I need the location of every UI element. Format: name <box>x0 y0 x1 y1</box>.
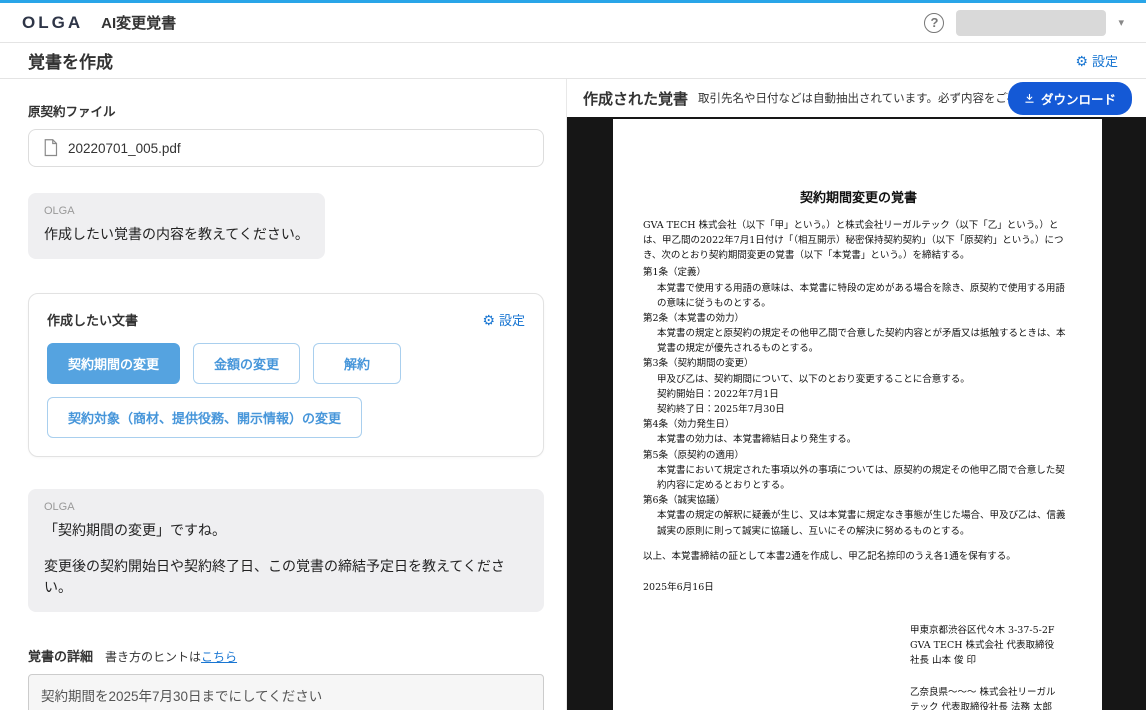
hint-prefix: 書き方のヒントは <box>105 650 201 664</box>
document-article: 第2条（本覚書の効力） 本覚書の規定と原契約の規定その他甲乙間で合意した契約内容… <box>643 311 1074 357</box>
download-icon <box>1024 93 1035 104</box>
topbar-right: ? ▾ <box>924 10 1124 36</box>
document-date: 2025年6月16日 <box>643 580 1074 595</box>
gear-icon: ⚙ <box>482 313 495 327</box>
memo-details-textarea[interactable]: 契約期間を2025年7月30日までにしてください 覚書締結予定日は2025年6月… <box>28 674 544 710</box>
doc-type-options-row-1: 契約期間の変更 金額の変更 解約 <box>47 343 525 384</box>
assistant-message-line: 「契約期間の変更」ですね。 <box>44 520 528 541</box>
generated-document-page: 契約期間変更の覚書 GVA TECH 株式会社（以下「甲」という。）と株式会社リ… <box>613 119 1102 710</box>
article-body: 本覚書の規定の解釈に疑義が生じ、又は本覚書に規定なき事態が生じた場合、甲及び乙は… <box>643 508 1074 538</box>
article-body: 甲及び乙は、契約期間について、以下のとおり変更することに合意する。 <box>643 372 1074 387</box>
doc-type-card: 作成したい文書 ⚙ 設定 契約期間の変更 金額の変更 解約 契約対象（商材、提供… <box>28 293 544 457</box>
hint-text: 書き方のヒントはこちら <box>105 648 237 665</box>
result-note: 取引先名や日付などは自動抽出されています。必ず内容をご確認ください。 <box>698 90 1008 106</box>
doc-type-settings-label: 設定 <box>499 310 525 329</box>
download-button[interactable]: ダウンロード <box>1008 82 1132 115</box>
help-icon[interactable]: ? <box>924 13 944 33</box>
chevron-down-icon[interactable]: ▾ <box>1118 16 1124 29</box>
article-heading: 第4条（効力発生日） <box>643 417 1074 432</box>
article-body: 本覚書の効力は、本覚書締結日より発生する。 <box>643 432 1074 447</box>
article-body: 本覚書の規定と原契約の規定その他甲乙間で合意した契約内容とが矛盾又は抵触するとき… <box>643 326 1074 356</box>
doc-type-card-title: 作成したい文書 <box>47 310 138 329</box>
assistant-sender-label: OLGA <box>44 205 309 217</box>
gear-icon: ⚙ <box>1075 54 1088 68</box>
assistant-message-text: 「契約期間の変更」ですね。 変更後の契約開始日や契約終了日、この覚書の締結予定日… <box>44 520 528 598</box>
original-contract-file-card[interactable]: 20220701_005.pdf <box>28 129 544 167</box>
doc-type-option-cancellation[interactable]: 解約 <box>313 343 401 384</box>
signature-party-otsu: 乙奈良県〜〜〜 株式会社リーガルテック 代表取締役社長 法務 太郎 印 <box>910 685 1060 710</box>
memo-details-header: 覚書の詳細 書き方のヒントはこちら <box>28 646 544 665</box>
result-panel: 作成された覚書 取引先名や日付などは自動抽出されています。必ず内容をご確認くださ… <box>567 79 1146 710</box>
assistant-message-line: 変更後の契約開始日や契約終了日、この覚書の締結予定日を教えてください。 <box>44 556 528 598</box>
app-title: AI変更覚書 <box>101 12 176 33</box>
article-body: 本覚書で使用する用語の意味は、本覚書に特段の定めがある場合を除き、原契約で使用す… <box>643 281 1074 311</box>
doc-type-card-header: 作成したい文書 ⚙ 設定 <box>47 310 525 329</box>
signature-block: 甲東京都渋谷区代々木 3-37-5-2F GVA TECH 株式会社 代表取締役… <box>910 623 1060 710</box>
document-viewer[interactable]: 契約期間変更の覚書 GVA TECH 株式会社（以下「甲」という。）と株式会社リ… <box>567 117 1146 710</box>
page-title: 覚書を作成 <box>28 48 113 73</box>
result-title: 作成された覚書 <box>583 88 688 109</box>
app-window: OLGA AI変更覚書 ? ▾ 覚書を作成 ⚙ 設定 原契約ファイル <box>0 0 1146 710</box>
original-contract-file-name: 20220701_005.pdf <box>68 141 181 156</box>
assistant-message-text: 作成したい覚書の内容を教えてください。 <box>44 224 309 245</box>
document-closing: 以上、本覚書締結の証として本書2通を作成し、甲乙記名捺印のうえ各1通を保有する。 <box>643 549 1074 564</box>
assistant-sender-label: OLGA <box>44 501 528 513</box>
doc-type-settings-link[interactable]: ⚙ 設定 <box>482 310 525 329</box>
doc-type-option-amount[interactable]: 金額の変更 <box>193 343 300 384</box>
user-account-box[interactable] <box>956 10 1106 36</box>
article-end-date: 契約終了日：2025年7月30日 <box>643 402 1074 417</box>
page-header: 覚書を作成 ⚙ 設定 <box>0 43 1146 79</box>
article-heading: 第3条（契約期間の変更） <box>643 356 1074 371</box>
memo-details-label: 覚書の詳細 <box>28 646 93 665</box>
document-intro: GVA TECH 株式会社（以下「甲」という。）と株式会社リーガルテック（以下「… <box>643 218 1074 264</box>
olga-logo: OLGA <box>22 13 83 33</box>
document-article: 第3条（契約期間の変更） 甲及び乙は、契約期間について、以下のとおり変更すること… <box>643 356 1074 417</box>
document-article: 第6条（誠実協議） 本覚書の規定の解釈に疑義が生じ、又は本覚書に規定なき事態が生… <box>643 493 1074 539</box>
article-heading: 第1条（定義） <box>643 265 1074 280</box>
main-content: 原契約ファイル 20220701_005.pdf OLGA 作成したい覚書の内容… <box>0 79 1146 710</box>
doc-type-option-contract-period[interactable]: 契約期間の変更 <box>47 343 180 384</box>
original-contract-label: 原契約ファイル <box>28 101 544 120</box>
article-start-date: 契約開始日：2022年7月1日 <box>643 387 1074 402</box>
article-heading: 第2条（本覚書の効力） <box>643 311 1074 326</box>
chat-panel: 原契約ファイル 20220701_005.pdf OLGA 作成したい覚書の内容… <box>0 79 567 710</box>
article-body: 本覚書において規定された事項以外の事項については、原契約の規定その他甲乙間で合意… <box>643 463 1074 493</box>
document-title: 契約期間変更の覚書 <box>643 189 1074 210</box>
download-button-label: ダウンロード <box>1041 89 1116 108</box>
document-article: 第1条（定義） 本覚書で使用する用語の意味は、本覚書に特段の定めがある場合を除き… <box>643 265 1074 311</box>
topbar: OLGA AI変更覚書 ? ▾ <box>0 3 1146 43</box>
article-heading: 第6条（誠実協議） <box>643 493 1074 508</box>
file-icon <box>43 139 58 157</box>
signature-party-kou: 甲東京都渋谷区代々木 3-37-5-2F GVA TECH 株式会社 代表取締役… <box>910 623 1060 669</box>
result-header: 作成された覚書 取引先名や日付などは自動抽出されています。必ず内容をご確認くださ… <box>567 79 1146 117</box>
article-heading: 第5条（原契約の適用） <box>643 448 1074 463</box>
document-article: 第5条（原契約の適用） 本覚書において規定された事項以外の事項については、原契約… <box>643 448 1074 494</box>
doc-type-option-contract-subject[interactable]: 契約対象（商材、提供役務、開示情報）の変更 <box>47 397 362 438</box>
document-article: 第4条（効力発生日） 本覚書の効力は、本覚書締結日より発生する。 <box>643 417 1074 447</box>
doc-type-options-row-2: 契約対象（商材、提供役務、開示情報）の変更 <box>47 397 525 438</box>
page-settings-label: 設定 <box>1092 51 1118 70</box>
hint-link[interactable]: こちら <box>201 650 237 664</box>
assistant-message-bubble: OLGA 作成したい覚書の内容を教えてください。 <box>28 193 325 259</box>
page-settings-link[interactable]: ⚙ 設定 <box>1075 51 1118 70</box>
assistant-message-bubble: OLGA 「契約期間の変更」ですね。 変更後の契約開始日や契約終了日、この覚書の… <box>28 489 544 612</box>
